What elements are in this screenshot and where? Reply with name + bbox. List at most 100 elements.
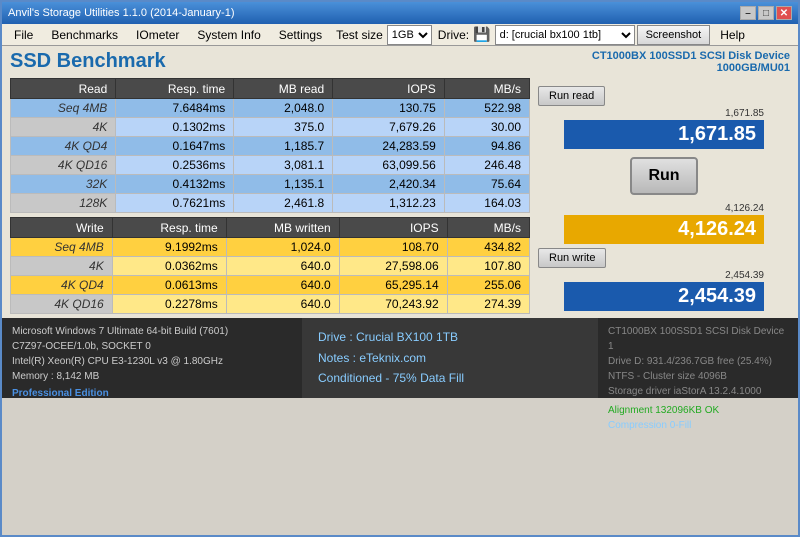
- write-cell-3-3: 70,243.92: [339, 295, 447, 314]
- window-controls: – □ ✕: [740, 6, 792, 20]
- write-cell-1-1: 0.0362ms: [112, 257, 226, 276]
- menu-file[interactable]: File: [6, 26, 41, 44]
- maximize-button[interactable]: □: [758, 6, 774, 20]
- close-button[interactable]: ✕: [776, 6, 792, 20]
- read-cell-3-1: 0.2536ms: [116, 156, 234, 175]
- test-size-label: Test size: [336, 28, 383, 42]
- footer-sysinfo: Microsoft Windows 7 Ultimate 64-bit Buil…: [2, 318, 302, 398]
- read-cell-5-1: 0.7621ms: [116, 194, 234, 213]
- test-size-section: Test size 1GB: [336, 25, 432, 45]
- device-info-line1: CT1000BX 100SSD1 SCSI Disk Device 1: [608, 324, 788, 354]
- write-cell-0-3: 108.70: [339, 238, 447, 257]
- write-cell-2-2: 640.0: [226, 276, 339, 295]
- read-cell-5-0: 128K: [11, 194, 116, 213]
- read-cell-1-1: 0.1302ms: [116, 118, 234, 137]
- window-title: Anvil's Storage Utilities 1.1.0 (2014-Ja…: [8, 7, 234, 19]
- read-header-label: Read: [11, 79, 116, 99]
- sysinfo-line3: Intel(R) Xeon(R) CPU E3-1230L v3 @ 1.80G…: [12, 354, 292, 369]
- screenshot-button[interactable]: Screenshot: [637, 25, 711, 45]
- read-cell-5-3: 1,312.23: [333, 194, 445, 213]
- menu-bar: File Benchmarks IOmeter System Info Sett…: [2, 24, 798, 46]
- notes-line1: Drive : Crucial BX100 1TB: [318, 327, 582, 347]
- device-info: CT1000BX 100SSD1 SCSI Disk Device 1000GB…: [592, 50, 790, 74]
- device-info-line2: Drive D: 931.4/236.7GB free (25.4%): [608, 354, 788, 369]
- sysinfo-line4: Memory : 8,142 MB: [12, 369, 292, 384]
- write-cell-2-3: 65,295.14: [339, 276, 447, 295]
- write-cell-2-4: 255.06: [447, 276, 529, 295]
- read-cell-0-0: Seq 4MB: [11, 99, 116, 118]
- device-info-line4: Storage driver iaStorA 13.2.4.1000: [608, 384, 788, 399]
- device-info-line3: NTFS - Cluster size 4096B: [608, 369, 788, 384]
- write-table-row: 4K0.0362ms640.027,598.06107.80: [11, 257, 530, 276]
- write-cell-1-3: 27,598.06: [339, 257, 447, 276]
- notes-line2: Notes : eTeknix.com: [318, 348, 582, 368]
- run-write-button[interactable]: Run write: [538, 248, 606, 268]
- read-cell-5-2: 2,461.8: [234, 194, 333, 213]
- read-cell-5-4: 164.03: [444, 194, 529, 213]
- menu-settings[interactable]: Settings: [271, 26, 330, 44]
- read-cell-0-3: 130.75: [333, 99, 445, 118]
- write-cell-0-0: Seq 4MB: [11, 238, 113, 257]
- total-score-top: 4,126.24: [564, 203, 764, 214]
- read-table-row: 128K0.7621ms2,461.81,312.23164.03: [11, 194, 530, 213]
- read-cell-1-2: 375.0: [234, 118, 333, 137]
- professional-edition: Professional Edition: [12, 386, 292, 401]
- write-score-bar: 2,454.39: [564, 282, 764, 311]
- footer-device: CT1000BX 100SSD1 SCSI Disk Device 1 Driv…: [598, 318, 798, 398]
- notes-line3: Conditioned - 75% Data Fill: [318, 368, 582, 388]
- device-line1: CT1000BX 100SSD1 SCSI Disk Device: [592, 50, 790, 62]
- menu-help[interactable]: Help: [712, 26, 753, 44]
- read-cell-2-4: 94.86: [444, 137, 529, 156]
- read-header-mb: MB read: [234, 79, 333, 99]
- write-cell-3-1: 0.2278ms: [112, 295, 226, 314]
- read-score-value: 1,671.85: [678, 123, 756, 146]
- alignment-ok: Alignment 132096KB OK: [608, 405, 719, 416]
- write-cell-0-2: 1,024.0: [226, 238, 339, 257]
- run-read-button[interactable]: Run read: [538, 86, 605, 106]
- total-score-block: 4,126.24 4,126.24: [564, 203, 764, 244]
- footer-notes: Drive : Crucial BX100 1TB Notes : eTekni…: [302, 318, 598, 398]
- read-table: Read Resp. time MB read IOPS MB/s Seq 4M…: [10, 78, 530, 213]
- write-cell-1-2: 640.0: [226, 257, 339, 276]
- read-cell-2-3: 24,283.59: [333, 137, 445, 156]
- read-header-mbs: MB/s: [444, 79, 529, 99]
- write-header-iops: IOPS: [339, 218, 447, 238]
- menu-iometer[interactable]: IOmeter: [128, 26, 187, 44]
- read-score-bar: 1,671.85: [564, 120, 764, 149]
- write-cell-0-1: 9.1992ms: [112, 238, 226, 257]
- read-cell-4-3: 2,420.34: [333, 175, 445, 194]
- total-score-bar: 4,126.24: [564, 215, 764, 244]
- menu-benchmarks[interactable]: Benchmarks: [43, 26, 126, 44]
- title-bar: Anvil's Storage Utilities 1.1.0 (2014-Ja…: [2, 2, 798, 24]
- write-header-mb: MB written: [226, 218, 339, 238]
- read-score-block: 1,671.85 1,671.85: [564, 108, 764, 149]
- drive-select[interactable]: d: [crucial bx100 1tb]: [495, 25, 635, 45]
- write-table: Write Resp. time MB written IOPS MB/s Se…: [10, 217, 530, 314]
- run-button[interactable]: Run: [630, 157, 697, 195]
- read-cell-1-4: 30.00: [444, 118, 529, 137]
- read-cell-0-4: 522.98: [444, 99, 529, 118]
- read-cell-2-0: 4K QD4: [11, 137, 116, 156]
- minimize-button[interactable]: –: [740, 6, 756, 20]
- write-score-block: 2,454.39 2,454.39: [564, 270, 764, 311]
- write-header-resp: Resp. time: [112, 218, 226, 238]
- read-table-row: Seq 4MB7.6484ms2,048.0130.75522.98: [11, 99, 530, 118]
- compression-info: Compression 0-Fill: [608, 420, 691, 431]
- write-cell-2-0: 4K QD4: [11, 276, 113, 295]
- read-cell-4-0: 32K: [11, 175, 116, 194]
- left-section: Read Resp. time MB read IOPS MB/s Seq 4M…: [10, 78, 530, 314]
- read-cell-3-4: 246.48: [444, 156, 529, 175]
- write-score-value: 2,454.39: [678, 285, 756, 308]
- write-cell-3-0: 4K QD16: [11, 295, 113, 314]
- write-cell-1-0: 4K: [11, 257, 113, 276]
- read-cell-1-0: 4K: [11, 118, 116, 137]
- write-cell-0-4: 434.82: [447, 238, 529, 257]
- test-size-select[interactable]: 1GB: [387, 25, 432, 45]
- read-table-row: 4K0.1302ms375.07,679.2630.00: [11, 118, 530, 137]
- menu-sysinfo[interactable]: System Info: [189, 26, 268, 44]
- read-score-top: 1,671.85: [564, 108, 764, 119]
- read-cell-4-2: 1,135.1: [234, 175, 333, 194]
- read-cell-3-0: 4K QD16: [11, 156, 116, 175]
- read-cell-1-3: 7,679.26: [333, 118, 445, 137]
- write-table-row: 4K QD160.2278ms640.070,243.92274.39: [11, 295, 530, 314]
